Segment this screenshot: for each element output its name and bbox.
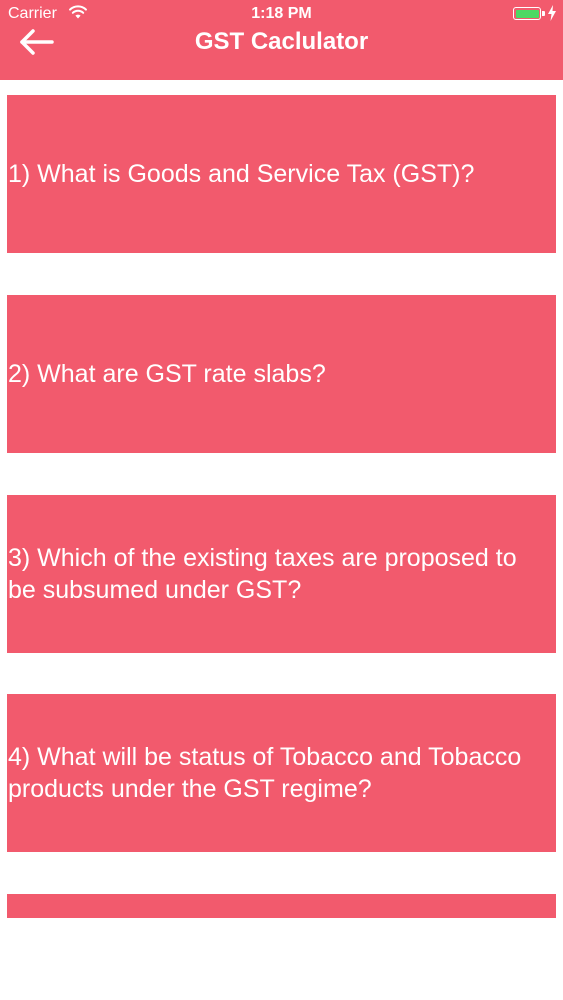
page-title: GST Caclulator [194,28,369,55]
battery-level [515,9,539,18]
top-bar: Carrier 1:18 PM GST Caclulator [0,0,563,80]
question-label: 1) What is Goods and Service Tax (GST)? [8,160,475,188]
navigation-bar: GST Caclulator [0,28,563,80]
status-time: 1:18 PM [251,5,312,22]
battery-icon [513,7,541,20]
question-item-1[interactable]: 1) What is Goods and Service Tax (GST)? [7,95,556,253]
question-item-2[interactable]: 2) What are GST rate slabs? [7,295,556,453]
question-item-4[interactable]: 4) What will be status of Tobacco and To… [7,694,556,852]
charging-bolt-icon [548,5,556,21]
status-bar: Carrier 1:18 PM [0,0,563,28]
question-label: 3) Which of the existing taxes are propo… [8,544,517,604]
question-label: 4) What will be status of Tobacco and To… [8,743,522,803]
question-item-5[interactable] [7,894,556,918]
question-item-3[interactable]: 3) Which of the existing taxes are propo… [7,495,556,653]
battery-tip [542,11,545,16]
question-label: 2) What are GST rate slabs? [8,360,326,388]
